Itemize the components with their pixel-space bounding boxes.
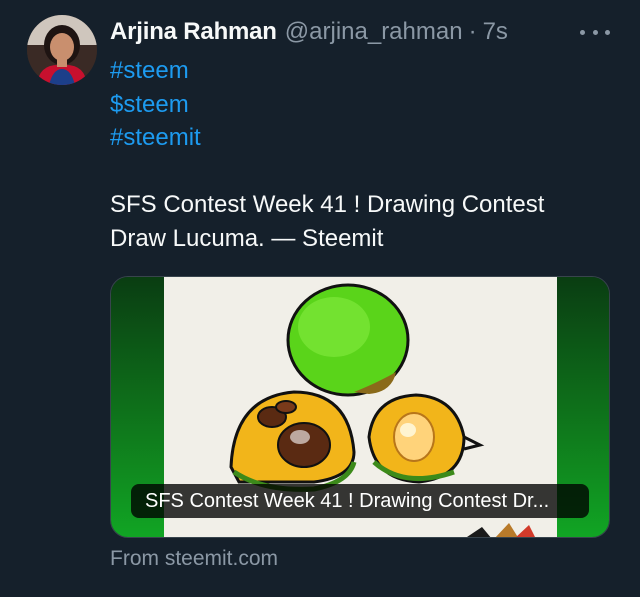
more-horizontal-icon [605, 29, 610, 35]
hashtag-steem[interactable]: #steem [110, 54, 201, 88]
hashtag-steemit[interactable]: #steemit [110, 121, 201, 155]
card-source[interactable]: From steemit.com [110, 547, 278, 571]
profile-photo-icon [27, 15, 97, 85]
more-options-button[interactable] [580, 22, 610, 42]
cashtag-steem[interactable]: $steem [110, 88, 201, 122]
more-horizontal-icon [592, 29, 598, 35]
timestamp[interactable]: 7s [483, 18, 508, 46]
tweet-text-line: SFS Contest Week 41 ! Drawing Contest [110, 191, 545, 218]
tweet-header: Arjina Rahman @arjina_rahman · 7s [110, 18, 508, 50]
separator-dot: · [468, 18, 477, 45]
tweet-text: SFS Contest Week 41 ! Drawing Contest Dr… [110, 188, 610, 256]
author-name[interactable]: Arjina Rahman [110, 18, 277, 46]
author-handle[interactable]: @arjina_rahman [285, 18, 463, 46]
tweet-text-line: Draw Lucuma. — Steemit [110, 225, 384, 252]
hashtag-list: #steem $steem #steemit [110, 54, 201, 155]
card-title: SFS Contest Week 41 ! Drawing Contest Dr… [131, 484, 589, 518]
more-horizontal-icon [580, 29, 585, 35]
avatar[interactable] [27, 15, 97, 85]
link-preview-card[interactable]: SFS Contest Week 41 ! Drawing Contest Dr… [110, 276, 610, 538]
tweet[interactable]: Arjina Rahman @arjina_rahman · 7s #steem… [0, 0, 640, 597]
